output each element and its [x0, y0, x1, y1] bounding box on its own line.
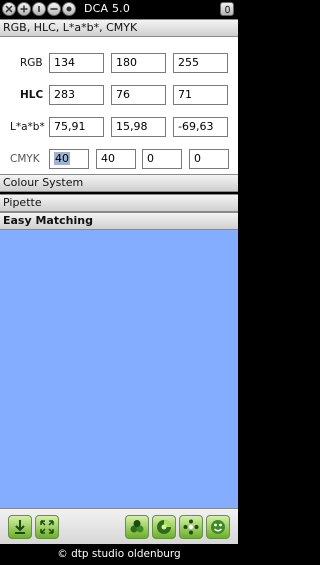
- pipette-label: Pipette: [3, 196, 42, 209]
- section-header-color-values[interactable]: RGB, HLC, L*a*b*, CMYK: [0, 19, 238, 37]
- rgb-g-field[interactable]: 180: [111, 53, 166, 73]
- section-header-pipette[interactable]: Pipette: [0, 194, 238, 212]
- zoom-button[interactable]: [17, 2, 31, 16]
- flower-dots-button[interactable]: [179, 515, 203, 539]
- hlc-h-field[interactable]: 283: [49, 85, 104, 105]
- rgb-b-field[interactable]: 255: [173, 53, 228, 73]
- section-header-colour-system[interactable]: Colour System: [0, 174, 238, 192]
- expand-arrows-icon: [40, 520, 54, 534]
- rgb-label: RGB: [20, 57, 43, 69]
- cmyk-c-field[interactable]: 40: [49, 149, 89, 169]
- smiley-button[interactable]: [206, 515, 230, 539]
- color-harmony-icon: [130, 520, 144, 533]
- download-button[interactable]: [8, 515, 32, 539]
- lab-l-field[interactable]: 75,91: [49, 117, 104, 137]
- expand-button[interactable]: [35, 515, 59, 539]
- smiley-icon: [211, 520, 225, 534]
- section-header-easy-matching[interactable]: Easy Matching: [0, 212, 238, 230]
- section-header-label: RGB, HLC, L*a*b*, CMYK: [3, 21, 138, 34]
- easy-matching-swatch[interactable]: [0, 230, 238, 508]
- minus-icon: [50, 8, 58, 10]
- hlc-c-field[interactable]: 71: [173, 85, 228, 105]
- flower-dots-icon: [183, 519, 199, 535]
- pill-icon: [224, 5, 230, 13]
- dot-icon: [66, 6, 72, 12]
- cmyk-k-field[interactable]: 0: [189, 149, 229, 169]
- color-wheel-button[interactable]: [152, 515, 176, 539]
- lab-a-field[interactable]: 15,98: [111, 117, 166, 137]
- cmyk-m-field[interactable]: 40: [96, 149, 136, 169]
- info-icon: [38, 6, 40, 12]
- hlc-label: HLC: [20, 89, 44, 101]
- hlc-l-field[interactable]: 76: [111, 85, 166, 105]
- easy-matching-label: Easy Matching: [3, 214, 93, 227]
- colour-system-label: Colour System: [3, 176, 84, 189]
- close-button[interactable]: [2, 2, 16, 16]
- cmyk-label: CMYK: [10, 153, 40, 165]
- close-icon: [5, 5, 13, 13]
- download-arrow-icon: [15, 520, 25, 534]
- toolbar-toggle-button[interactable]: [220, 2, 234, 16]
- rgb-r-field[interactable]: 134: [49, 53, 104, 73]
- window-title: DCA 5.0: [84, 2, 131, 15]
- cmyk-y-field[interactable]: 0: [142, 149, 182, 169]
- color-harmony-button[interactable]: [125, 515, 149, 539]
- lab-label: L*a*b*: [10, 121, 45, 133]
- bottom-toolbar: [0, 508, 238, 544]
- color-wheel-icon: [157, 520, 171, 534]
- plus-icon: [20, 5, 28, 13]
- record-button[interactable]: [62, 2, 76, 16]
- minimize-button[interactable]: [47, 2, 61, 16]
- color-values-panel: RGB 134 180 255 HLC 283 76 71 L*a*b* 75,…: [0, 37, 238, 174]
- info-button[interactable]: [32, 2, 46, 16]
- lab-b-field[interactable]: -69,63: [173, 117, 228, 137]
- title-bar: DCA 5.0: [0, 0, 238, 19]
- footer-copyright: © dtp studio oldenburg: [0, 544, 238, 565]
